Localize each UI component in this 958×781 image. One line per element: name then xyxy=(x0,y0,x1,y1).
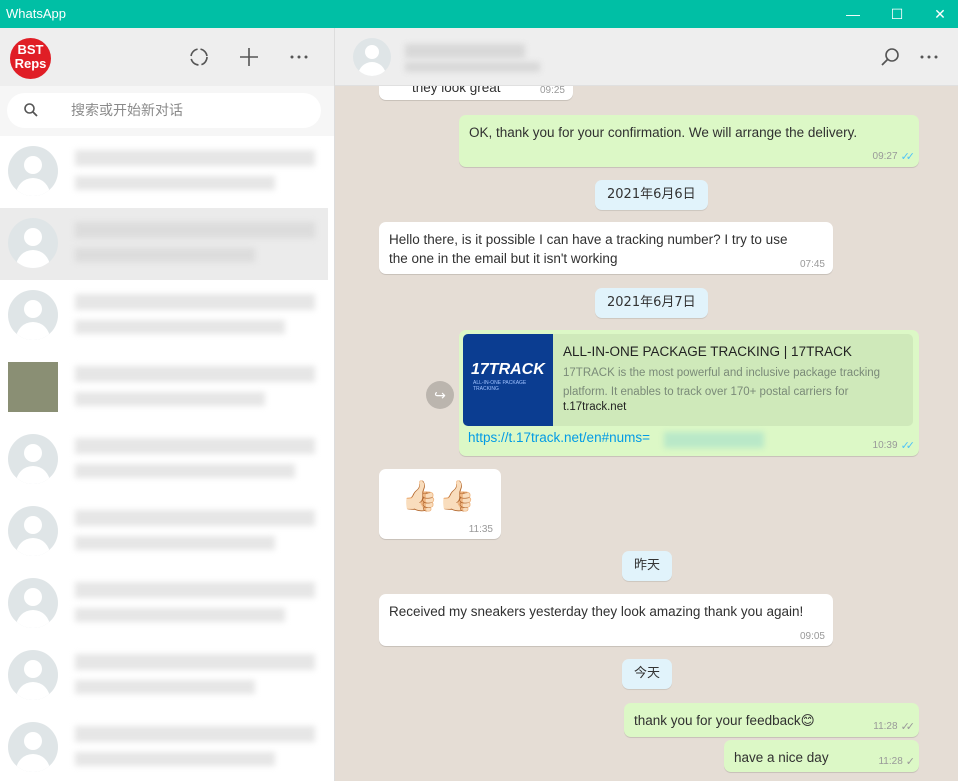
message-meta: 11:28 ✓✓ xyxy=(873,720,916,733)
chat-list-item[interactable] xyxy=(0,280,328,352)
contact-avatar xyxy=(8,578,58,628)
status-button[interactable] xyxy=(185,43,213,71)
sidebar-header: BST Reps xyxy=(0,28,334,86)
outgoing-message[interactable]: OK, thank you for your confirmation. We … xyxy=(459,115,919,167)
minimize-button[interactable]: — xyxy=(830,0,876,28)
search-icon xyxy=(24,103,38,117)
search-input[interactable] xyxy=(71,101,301,121)
message-time: 11:28 xyxy=(878,756,903,767)
minimize-icon: — xyxy=(846,6,860,22)
contact-avatar[interactable] xyxy=(353,38,391,76)
message-time: 09:27 xyxy=(872,151,898,162)
contact-avatar xyxy=(8,506,58,556)
message-time: 10:39 xyxy=(872,440,898,451)
thumbnail-logo: 17TRACK xyxy=(471,361,545,378)
preview-host: t.17track.net xyxy=(563,401,627,413)
message-meta: 11:28 ✓ xyxy=(878,755,915,768)
outgoing-link-message[interactable]: 17TRACK ALL-IN-ONE PACKAGE TRACKING ALL-… xyxy=(459,330,919,456)
read-receipt-icon: ✓✓ xyxy=(900,440,916,452)
new-chat-icon xyxy=(240,48,258,66)
chat-list-item[interactable] xyxy=(0,568,328,640)
message-text: Hello there, is it possible I can have a… xyxy=(389,230,787,268)
contact-avatar xyxy=(8,362,58,412)
preview-title: ALL-IN-ONE PACKAGE TRACKING | 17TRACK xyxy=(563,344,852,359)
message-text: Received my sneakers yesterday they look… xyxy=(389,604,804,619)
incoming-message[interactable]: Received my sneakers yesterday they look… xyxy=(379,594,833,646)
outgoing-message[interactable]: thank you for your feedback😊 11:28 ✓✓ xyxy=(624,703,919,737)
menu-icon xyxy=(290,55,308,59)
new-chat-button[interactable] xyxy=(235,43,263,71)
contact-avatar xyxy=(8,218,58,268)
chat-list-item[interactable] xyxy=(0,208,328,280)
contact-avatar xyxy=(8,434,58,484)
logo-line-1: BST xyxy=(17,42,44,57)
contact-name[interactable] xyxy=(405,44,525,58)
message-link[interactable]: https://t.17track.net/en#nums= xyxy=(468,430,650,445)
search-bar xyxy=(0,86,334,136)
message-text-line-2: the one in the email but it isn't workin… xyxy=(389,251,618,266)
date-separator: 2021年6月6日 xyxy=(595,180,708,210)
delivered-receipt-icon: ✓✓ xyxy=(900,721,916,733)
sent-receipt-icon: ✓ xyxy=(905,756,915,768)
close-icon: ✕ xyxy=(934,5,946,22)
link-preview[interactable]: 17TRACK ALL-IN-ONE PACKAGE TRACKING ALL-… xyxy=(463,334,913,426)
contact-avatar xyxy=(8,722,58,772)
thumbs-up-emoji: 👍🏻👍🏻 xyxy=(401,480,476,513)
date-separator: 2021年6月7日 xyxy=(595,288,708,318)
contact-avatar xyxy=(8,290,58,340)
message-text: OK, thank you for your confirmation. We … xyxy=(469,125,858,140)
redacted-tracking-number xyxy=(664,432,764,448)
logo-line-2: Reps xyxy=(14,56,47,71)
conversation-header xyxy=(335,28,958,86)
read-receipt-icon: ✓✓ xyxy=(900,151,916,163)
date-separator: 今天 xyxy=(622,659,673,689)
message-text: have a nice day xyxy=(734,750,829,765)
forward-icon: ↪ xyxy=(434,386,446,403)
maximize-button[interactable]: ☐ xyxy=(874,0,920,28)
contact-avatar xyxy=(8,650,58,700)
contact-avatar xyxy=(8,146,58,196)
search-box[interactable] xyxy=(7,93,321,128)
message-time: 11:35 xyxy=(468,524,493,535)
app-title: WhatsApp xyxy=(6,6,66,21)
message-time: 09:25 xyxy=(539,85,565,96)
maximize-icon: ☐ xyxy=(890,5,904,22)
status-icon xyxy=(190,48,208,66)
outgoing-message[interactable]: have a nice day 11:28 ✓ xyxy=(724,740,919,772)
date-separator: 昨天 xyxy=(622,551,673,581)
search-icon xyxy=(881,48,899,66)
chat-list-item[interactable] xyxy=(0,136,328,208)
sidebar: BST Reps xyxy=(0,28,335,781)
title-bar: WhatsApp — ☐ ✕ xyxy=(0,0,958,28)
menu-icon xyxy=(920,55,938,59)
chat-list-item[interactable] xyxy=(0,352,328,424)
conversation-menu-button[interactable] xyxy=(915,43,943,71)
message-text-line-1: Hello there, is it possible I can have a… xyxy=(389,232,788,247)
chat-list-item[interactable] xyxy=(0,712,328,781)
conversation-panel: they look great 09:25 OK, thank you for … xyxy=(335,28,958,781)
contact-status xyxy=(405,62,540,72)
forward-button[interactable]: ↪ xyxy=(426,381,454,409)
search-messages-button[interactable] xyxy=(876,43,904,71)
chat-list-item[interactable] xyxy=(0,640,328,712)
preview-description: 17TRACK is the most powerful and inclusi… xyxy=(563,367,881,398)
chat-list xyxy=(0,136,334,781)
sidebar-menu-button[interactable] xyxy=(285,43,313,71)
message-time: 07:45 xyxy=(799,259,825,270)
chat-list-item[interactable] xyxy=(0,424,328,496)
chat-list-item[interactable] xyxy=(0,496,328,568)
message-text: thank you for your feedback😊 xyxy=(634,713,815,728)
message-time: 11:28 xyxy=(873,721,898,732)
close-button[interactable]: ✕ xyxy=(917,0,958,28)
incoming-message[interactable]: Hello there, is it possible I can have a… xyxy=(379,222,833,274)
message-meta: 10:39 ✓✓ xyxy=(872,439,916,452)
link-thumbnail: 17TRACK ALL-IN-ONE PACKAGE TRACKING xyxy=(463,334,553,426)
profile-avatar[interactable]: BST Reps xyxy=(10,38,51,79)
message-meta: 09:27 ✓✓ xyxy=(872,150,916,163)
message-time: 09:05 xyxy=(799,631,825,642)
incoming-message[interactable]: 👍🏻👍🏻 11:35 xyxy=(379,469,501,539)
thumbnail-subtitle: ALL-IN-ONE PACKAGE TRACKING xyxy=(473,380,527,392)
